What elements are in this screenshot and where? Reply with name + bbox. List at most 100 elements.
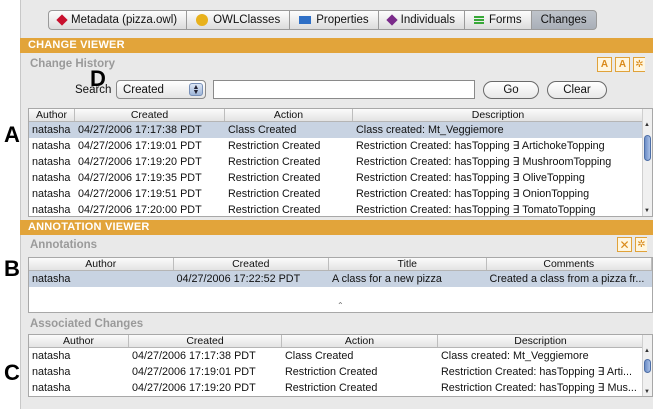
cell-author: natasha (32, 382, 71, 394)
go-button[interactable]: Go (483, 81, 539, 99)
cell-created: 04/27/2006 17:19:01 PDT (78, 140, 202, 152)
cell-created: 04/27/2006 17:19:01 PDT (132, 366, 256, 378)
scroll-thumb[interactable] (644, 359, 651, 373)
annotations-title: Annotations (30, 239, 98, 251)
column-header-created[interactable]: Created (75, 109, 225, 121)
cell-description: Restriction Created: hasTopping ∃ Artich… (356, 140, 605, 152)
cell-description: Class created: Mt_Veggiemore (441, 350, 589, 362)
tab-metadata[interactable]: Metadata (pizza.owl) (48, 10, 187, 30)
column-header-action[interactable]: Action (225, 109, 353, 121)
cell-author: natasha (32, 350, 71, 362)
cell-created: 04/27/2006 17:19:20 PDT (78, 156, 202, 168)
table-row[interactable]: natasha 04/27/2006 17:22:52 PDT A class fo… (29, 271, 652, 287)
table-row[interactable]: natasha 04/27/2006 17:19:20 PDT Restrictio… (29, 154, 652, 170)
properties-rect-icon (299, 16, 312, 24)
column-header-author[interactable]: Author (29, 109, 75, 121)
callout-label-b: B (4, 256, 20, 281)
column-header-description[interactable]: Description (438, 335, 644, 347)
search-input[interactable] (213, 80, 475, 99)
table-header: Author Created Action Description (29, 335, 652, 348)
change-viewer-header: CHANGE VIEWER (20, 38, 653, 53)
settings-icon[interactable]: ✲ (633, 57, 645, 72)
annotations-table[interactable]: Author Created Title Comments natasha 04/27/… (28, 257, 653, 313)
resize-handle-icon[interactable]: ⌃ (337, 301, 344, 310)
scrollbar[interactable]: ▲ ▼ (642, 335, 652, 396)
cell-action: Restriction Created (228, 172, 321, 184)
table-header: Author Created Action Description (29, 109, 652, 122)
cell-created: 04/27/2006 17:17:38 PDT (132, 350, 256, 362)
tab-individuals[interactable]: Individuals (377, 10, 464, 30)
cell-created: 04/27/2006 17:22:52 PDT (176, 273, 301, 285)
cell-created: 04/27/2006 17:19:51 PDT (78, 188, 202, 200)
column-header-action[interactable]: Action (282, 335, 438, 347)
search-field-value: Created (123, 83, 164, 96)
scrollbar[interactable]: ▲ ▼ (642, 109, 652, 216)
column-header-created[interactable]: Created (174, 258, 330, 270)
column-header-author[interactable]: Author (29, 335, 129, 347)
table-row[interactable]: natasha 04/27/2006 17:19:01 PDT Restrictio… (29, 138, 652, 154)
annotate-icon[interactable]: A (597, 57, 612, 72)
scroll-up-icon[interactable]: ▲ (644, 348, 650, 354)
table-row[interactable]: natasha 04/27/2006 17:19:01 PDT Restrictio… (29, 364, 652, 380)
tab-label: Changes (540, 14, 587, 26)
cell-action: Class Created (228, 124, 297, 136)
table-row[interactable]: natasha 04/27/2006 17:19:20 PDT Restrictio… (29, 380, 652, 396)
cell-created: 04/27/2006 17:20:00 PDT (78, 204, 202, 216)
table-row[interactable]: natasha 04/27/2006 17:19:51 PDT Restrictio… (29, 186, 652, 202)
column-header-title[interactable]: Title (329, 258, 487, 270)
table-row[interactable]: natasha 04/27/2006 17:17:38 PDT Class Crea… (29, 348, 652, 364)
table-row[interactable]: natasha 04/27/2006 17:20:00 PDT Restrictio… (29, 202, 652, 216)
scroll-down-icon[interactable]: ▼ (644, 208, 650, 214)
cell-comments: Created a class from a pizza fr... (489, 273, 645, 285)
annotation-settings-icon[interactable]: ✲ (635, 237, 647, 252)
scroll-thumb[interactable] (644, 135, 651, 161)
column-header-comments[interactable]: Comments (487, 258, 652, 270)
cell-author: natasha (32, 204, 71, 216)
cell-created: 04/27/2006 17:17:38 PDT (78, 124, 202, 136)
cell-description: Restriction Created: hasTopping ∃ OnionT… (356, 188, 590, 200)
table-row[interactable]: natasha 04/27/2006 17:19:35 PDT Restrictio… (29, 170, 652, 186)
change-history-table[interactable]: Author Created Action Description natasha 04… (28, 108, 653, 217)
annotate-group-icon[interactable]: A (615, 57, 630, 72)
tab-changes[interactable]: Changes (530, 10, 597, 30)
cell-description: Class created: Mt_Veggiemore (356, 124, 504, 136)
owlclasses-dot-icon (196, 14, 209, 26)
cell-description: Restriction Created: hasTopping ∃ Mushro… (356, 156, 612, 168)
delete-annotation-icon[interactable]: ✕ (617, 237, 632, 252)
cell-author: natasha (32, 156, 71, 168)
cell-description: Restriction Created: hasTopping ∃ OliveT… (356, 172, 585, 184)
tab-forms[interactable]: Forms (463, 10, 531, 30)
cell-action: Restriction Created (228, 204, 321, 216)
associated-changes-title: Associated Changes (30, 318, 144, 330)
cell-author: natasha (32, 124, 71, 136)
tab-label: Metadata (pizza.owl) (71, 14, 178, 26)
column-header-created[interactable]: Created (129, 335, 282, 347)
cell-author: natasha (32, 140, 71, 152)
scroll-down-icon[interactable]: ▼ (644, 389, 650, 395)
cell-description: Restriction Created: hasTopping ∃ Arti..… (441, 366, 633, 378)
cell-created: 04/27/2006 17:19:20 PDT (132, 382, 256, 394)
cell-action: Class Created (285, 350, 354, 362)
search-field-select[interactable]: Created ▲ ▼ (116, 80, 206, 99)
clear-button[interactable]: Clear (547, 81, 607, 99)
cell-created: 04/27/2006 17:19:35 PDT (78, 172, 202, 184)
cell-action: Restriction Created (285, 366, 378, 378)
scroll-up-icon[interactable]: ▲ (644, 122, 650, 128)
tab-label: Forms (488, 14, 522, 26)
column-header-description[interactable]: Description (353, 109, 644, 121)
tab-properties[interactable]: Properties (289, 10, 378, 30)
cell-author: natasha (32, 188, 71, 200)
cell-action: Restriction Created (228, 188, 321, 200)
tab-label: Individuals (400, 14, 455, 26)
tab-bar: Metadata (pizza.owl) OWLClasses Properties… (48, 10, 597, 30)
tab-label: OWLClasses (213, 14, 281, 26)
associated-changes-table[interactable]: Author Created Action Description natasha 04… (28, 334, 653, 397)
column-header-author[interactable]: Author (29, 258, 174, 270)
tab-owlclasses[interactable]: OWLClasses (186, 10, 290, 30)
cell-author: natasha (32, 172, 71, 184)
table-header: Author Created Title Comments (29, 258, 652, 271)
forms-lines-icon (473, 16, 484, 24)
cell-action: Restriction Created (228, 140, 321, 152)
search-label: Search (75, 84, 112, 96)
table-row[interactable]: natasha 04/27/2006 17:17:38 PDT Class Crea… (29, 122, 652, 138)
